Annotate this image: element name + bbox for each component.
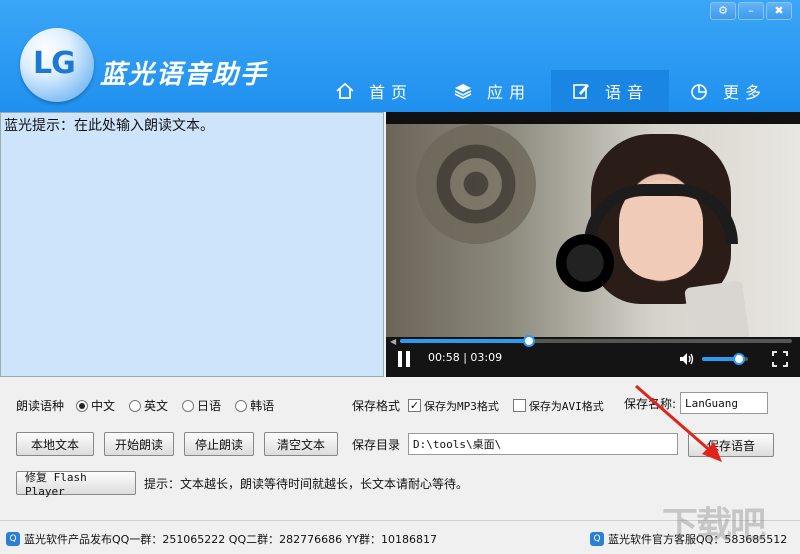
time-display: 00:58 | 03:09 xyxy=(428,351,502,364)
layers-icon xyxy=(454,84,472,99)
video-controls: ◀ 00:58 | 03:09 xyxy=(386,335,800,377)
microphone-image xyxy=(556,234,614,292)
tab-home-label: 首页 xyxy=(368,83,413,102)
format-label: 保存格式 xyxy=(352,399,401,413)
tab-apps-label: 应用 xyxy=(486,83,531,102)
tab-voice[interactable]: 语音 xyxy=(551,70,669,112)
avi-label: 保存为AVI格式 xyxy=(528,399,604,413)
lang-ko-radio[interactable] xyxy=(235,399,248,412)
lang-ja-label: 日语 xyxy=(197,399,222,413)
current-time: 00:58 xyxy=(428,351,460,364)
mp3-option[interactable]: ✓ 保存为MP3格式 xyxy=(408,398,499,414)
dir-label: 保存目录 xyxy=(352,437,401,452)
time-separator: | xyxy=(463,351,467,364)
volume-slider[interactable] xyxy=(702,353,748,365)
seek-handle[interactable] xyxy=(523,335,536,347)
qq-icon: Q xyxy=(6,532,20,546)
minimize-button[interactable]: – xyxy=(738,2,764,20)
app-title: 蓝光语音助手 xyxy=(100,60,269,90)
repair-row: 修复 Flash Player 提示：文本越长，朗读等待时间就越长，长文本请耐心… xyxy=(16,471,469,498)
tab-more[interactable]: 更多 xyxy=(669,70,787,112)
lang-ko-label: 韩语 xyxy=(250,399,275,413)
status-left: Q 蓝光软件产品发布QQ一群：251065222 QQ二群：282776686 … xyxy=(6,531,437,547)
seek-bar-fill xyxy=(400,339,530,343)
action-buttons: 本地文本 开始朗读 停止朗读 清空文本 xyxy=(16,432,338,456)
edit-icon xyxy=(573,84,589,99)
app-logo: LG xyxy=(20,28,94,102)
lang-en-option[interactable]: 英文 xyxy=(129,397,168,414)
window-controls: ⚙ – ✖ xyxy=(710,2,792,20)
lang-ja-radio[interactable] xyxy=(182,399,195,412)
red-arrow-annotation xyxy=(635,384,722,462)
lang-zh-label: 中文 xyxy=(91,399,116,413)
tab-more-label: 更多 xyxy=(722,83,767,102)
tab-apps[interactable]: 应用 xyxy=(433,70,551,112)
video-player[interactable]: ◀ 00:58 | 03:09 xyxy=(386,112,800,377)
pause-icon-bar xyxy=(406,351,410,367)
app-header: LG 蓝光语音助手 ⚙ – ✖ 首页 应用 语音 更多 xyxy=(0,0,800,112)
repair-flash-button[interactable]: 修复 Flash Player xyxy=(16,471,136,498)
pause-button[interactable] xyxy=(398,351,412,367)
lang-en-label: 英文 xyxy=(144,399,169,413)
main-nav: 首页 应用 语音 更多 xyxy=(315,70,787,112)
hint-text: 提示：文本越长，朗读等待时间就越长，长文本请耐心等待。 xyxy=(144,476,469,491)
language-label: 朗读语种 xyxy=(16,399,65,413)
lang-zh-radio[interactable] xyxy=(76,399,89,412)
mp3-checkbox[interactable]: ✓ xyxy=(408,399,422,412)
start-read-button[interactable]: 开始朗读 xyxy=(104,432,174,456)
seek-start-icon: ◀ xyxy=(390,337,397,346)
status-left-text: 蓝光软件产品发布QQ一群：251065222 QQ二群：282776686 YY… xyxy=(24,533,438,546)
local-text-button[interactable]: 本地文本 xyxy=(16,432,94,456)
stop-read-button[interactable]: 停止朗读 xyxy=(184,432,254,456)
avi-checkbox[interactable] xyxy=(512,399,526,412)
avi-option[interactable]: 保存为AVI格式 xyxy=(512,398,604,414)
format-row: 保存格式 ✓ 保存为MP3格式 保存为AVI格式 xyxy=(352,397,614,414)
close-button[interactable]: ✖ xyxy=(766,2,792,20)
video-frame xyxy=(386,124,800,348)
mp3-label: 保存为MP3格式 xyxy=(424,399,499,413)
clear-text-button[interactable]: 清空文本 xyxy=(264,432,338,456)
tab-home[interactable]: 首页 xyxy=(315,70,433,112)
lang-ko-option[interactable]: 韩语 xyxy=(235,397,274,414)
watermark: 下载吧 xyxy=(662,505,766,546)
settings-button[interactable]: ⚙ xyxy=(710,2,736,20)
home-icon xyxy=(336,82,354,99)
support-icon: Q xyxy=(590,532,604,546)
lang-en-radio[interactable] xyxy=(129,399,142,412)
tab-voice-label: 语音 xyxy=(604,83,649,102)
volume-handle[interactable] xyxy=(732,353,745,365)
seek-bar[interactable] xyxy=(400,335,792,347)
lang-zh-option[interactable]: 中文 xyxy=(76,397,115,414)
dir-row: 保存目录 D:\tools\桌面\ xyxy=(352,433,679,455)
logo-text: LG xyxy=(33,46,76,81)
total-time: 03:09 xyxy=(470,351,503,364)
film-reel-image xyxy=(416,124,536,244)
lang-ja-option[interactable]: 日语 xyxy=(182,397,221,414)
language-row: 朗读语种 中文 英文 日语 韩语 xyxy=(16,397,284,414)
pie-icon xyxy=(691,84,707,100)
volume-icon[interactable] xyxy=(678,350,696,368)
pause-icon xyxy=(398,351,402,367)
fullscreen-icon[interactable] xyxy=(772,351,788,367)
text-editor[interactable]: 蓝光提示：在此处输入朗读文本。 xyxy=(0,112,384,377)
